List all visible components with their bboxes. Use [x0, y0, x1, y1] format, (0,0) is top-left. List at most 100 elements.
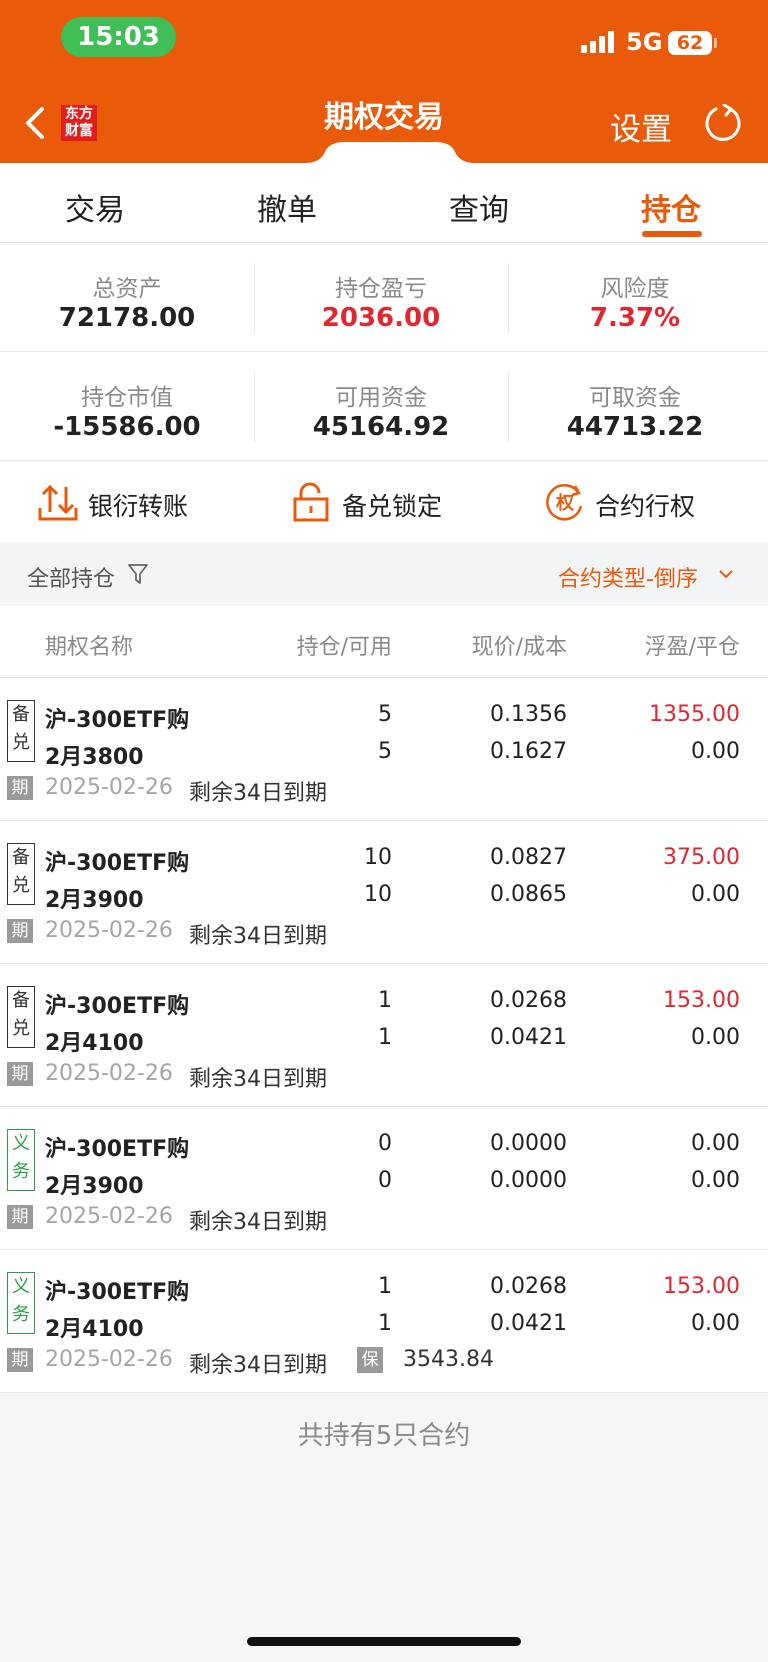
back-icon[interactable]	[22, 103, 50, 143]
available-qty: 5	[378, 739, 392, 764]
tab-trade[interactable]: 交易	[35, 185, 155, 229]
action-bar: 银衍转账 备兑锁定 权 合约行权	[0, 462, 768, 542]
expiry-date: 2025-02-26	[45, 1061, 173, 1086]
option-contract: 2月3900	[45, 1174, 144, 1199]
close-pnl: 0.00	[691, 739, 740, 764]
period-badge: 期	[7, 919, 33, 943]
obligation-badge: 义 务	[7, 1129, 35, 1191]
market-value: 持仓市值 -15586.00	[53, 385, 201, 442]
option-contract: 2月4100	[45, 1317, 144, 1342]
page-title: 期权交易	[324, 100, 444, 135]
col-position: 持仓/可用	[296, 635, 392, 660]
tab-bar: 交易 撤单 查询 持仓	[0, 163, 768, 243]
cost-price: 0.0421	[490, 1311, 567, 1336]
signal-icon	[581, 31, 617, 53]
filter-icon[interactable]	[128, 563, 148, 585]
obligation-badge: 义 务	[7, 1272, 35, 1334]
summary-row-1: 总资产 72178.00 持仓盈亏 2036.00 风险度 7.37%	[0, 243, 768, 352]
col-price: 现价/成本	[471, 635, 567, 660]
margin-value: 3543.84	[403, 1347, 494, 1372]
unlock-icon	[293, 482, 329, 522]
current-price: 0.1356	[490, 702, 567, 727]
chevron-down-icon[interactable]	[718, 568, 734, 580]
option-contract: 2月3900	[45, 888, 144, 913]
days-remaining: 剩余34日到期	[189, 1210, 327, 1235]
floating-pnl: 153.00	[663, 988, 740, 1013]
expiry-date: 2025-02-26	[45, 1204, 173, 1229]
margin-badge: 保	[357, 1347, 383, 1373]
floating-pnl: 1355.00	[649, 702, 740, 727]
home-indicator[interactable]	[247, 1637, 521, 1646]
close-pnl: 0.00	[691, 1311, 740, 1336]
expiry-date: 2025-02-26	[45, 775, 173, 800]
available-qty: 1	[378, 1311, 392, 1336]
cost-price: 0.0865	[490, 882, 567, 907]
tab-query[interactable]: 查询	[419, 185, 539, 229]
period-badge: 期	[7, 1205, 33, 1229]
close-pnl: 0.00	[691, 1025, 740, 1050]
expiry-date: 2025-02-26	[45, 918, 173, 943]
available-qty: 0	[378, 1168, 392, 1193]
expiry-date: 2025-02-26	[45, 1347, 173, 1372]
cost-price: 0.1627	[490, 739, 567, 764]
exercise-icon: 权	[546, 484, 583, 521]
option-name: 沪-300ETF购	[45, 994, 190, 1019]
floating-pnl: 0.00	[691, 1131, 740, 1156]
current-price: 0.0000	[490, 1131, 567, 1156]
covered-badge: 备 兑	[7, 843, 35, 905]
status-time: 15:03	[61, 17, 176, 57]
period-badge: 期	[7, 1062, 33, 1086]
available-qty: 10	[364, 882, 392, 907]
position-qty: 0	[378, 1131, 392, 1156]
position-qty: 1	[378, 988, 392, 1013]
position-qty: 1	[378, 1274, 392, 1299]
table-row[interactable]: 义 务 沪-300ETF购 2月3900 0 0 0.0000 0.0000 0…	[0, 1107, 768, 1250]
battery-tip	[714, 38, 717, 48]
option-contract: 2月3800	[45, 745, 144, 770]
option-name: 沪-300ETF购	[45, 708, 190, 733]
available-funds: 可用资金 45164.92	[312, 385, 450, 442]
table-row[interactable]: 义 务 沪-300ETF购 2月4100 1 1 0.0268 0.0421 1…	[0, 1250, 768, 1393]
tab-cancel[interactable]: 撤单	[227, 185, 347, 229]
days-remaining: 剩余34日到期	[189, 1353, 327, 1378]
positions-summary: 共持有5只合约	[297, 1421, 471, 1451]
battery-icon: 62	[668, 31, 712, 55]
position-pnl: 持仓盈亏 2036.00	[321, 276, 441, 333]
period-badge: 期	[7, 776, 33, 800]
days-remaining: 剩余34日到期	[189, 781, 327, 806]
table-row[interactable]: 备 兑 沪-300ETF购 2月4100 1 1 0.0268 0.0421 1…	[0, 964, 768, 1107]
cost-price: 0.0421	[490, 1025, 567, 1050]
current-price: 0.0827	[490, 845, 567, 870]
table-header: 期权名称 持仓/可用 现价/成本 浮盈/平仓	[0, 606, 768, 678]
table-row[interactable]: 备 兑 沪-300ETF购 2月3800 5 5 0.1356 0.1627 1…	[0, 678, 768, 821]
position-filter[interactable]: 全部持仓	[27, 561, 115, 593]
withdrawable-funds: 可取资金 44713.22	[566, 385, 704, 442]
days-remaining: 剩余34日到期	[189, 924, 327, 949]
close-pnl: 0.00	[691, 1168, 740, 1193]
tab-positions[interactable]: 持仓	[611, 185, 731, 229]
app-header: 15:03 5G 62 东方 财富 期权交易 设置	[0, 0, 768, 163]
option-name: 沪-300ETF购	[45, 1137, 190, 1162]
risk-level: 风险度 7.37%	[589, 276, 681, 333]
title-tab-decoration	[305, 142, 475, 163]
refresh-icon[interactable]	[704, 104, 742, 142]
option-name: 沪-300ETF购	[45, 1280, 190, 1305]
days-remaining: 剩余34日到期	[189, 1067, 327, 1092]
sort-selector[interactable]: 合约类型-倒序	[558, 561, 698, 593]
option-name: 沪-300ETF购	[45, 851, 190, 876]
network-type: 5G	[626, 28, 663, 56]
period-badge: 期	[7, 1348, 33, 1372]
filter-bar: 全部持仓 合约类型-倒序	[0, 543, 768, 606]
summary-row-2: 持仓市值 -15586.00 可用资金 45164.92 可取资金 44713.…	[0, 352, 768, 461]
settings-button[interactable]: 设置	[610, 104, 672, 149]
broker-logo: 东方 财富	[61, 105, 97, 141]
bank-transfer-icon	[38, 484, 78, 521]
active-tab-indicator	[642, 231, 702, 237]
current-price: 0.0268	[490, 1274, 567, 1299]
table-row[interactable]: 备 兑 沪-300ETF购 2月3900 10 10 0.0827 0.0865…	[0, 821, 768, 964]
position-qty: 5	[378, 702, 392, 727]
current-price: 0.0268	[490, 988, 567, 1013]
position-qty: 10	[364, 845, 392, 870]
col-option-name: 期权名称	[45, 635, 134, 660]
cost-price: 0.0000	[490, 1168, 567, 1193]
